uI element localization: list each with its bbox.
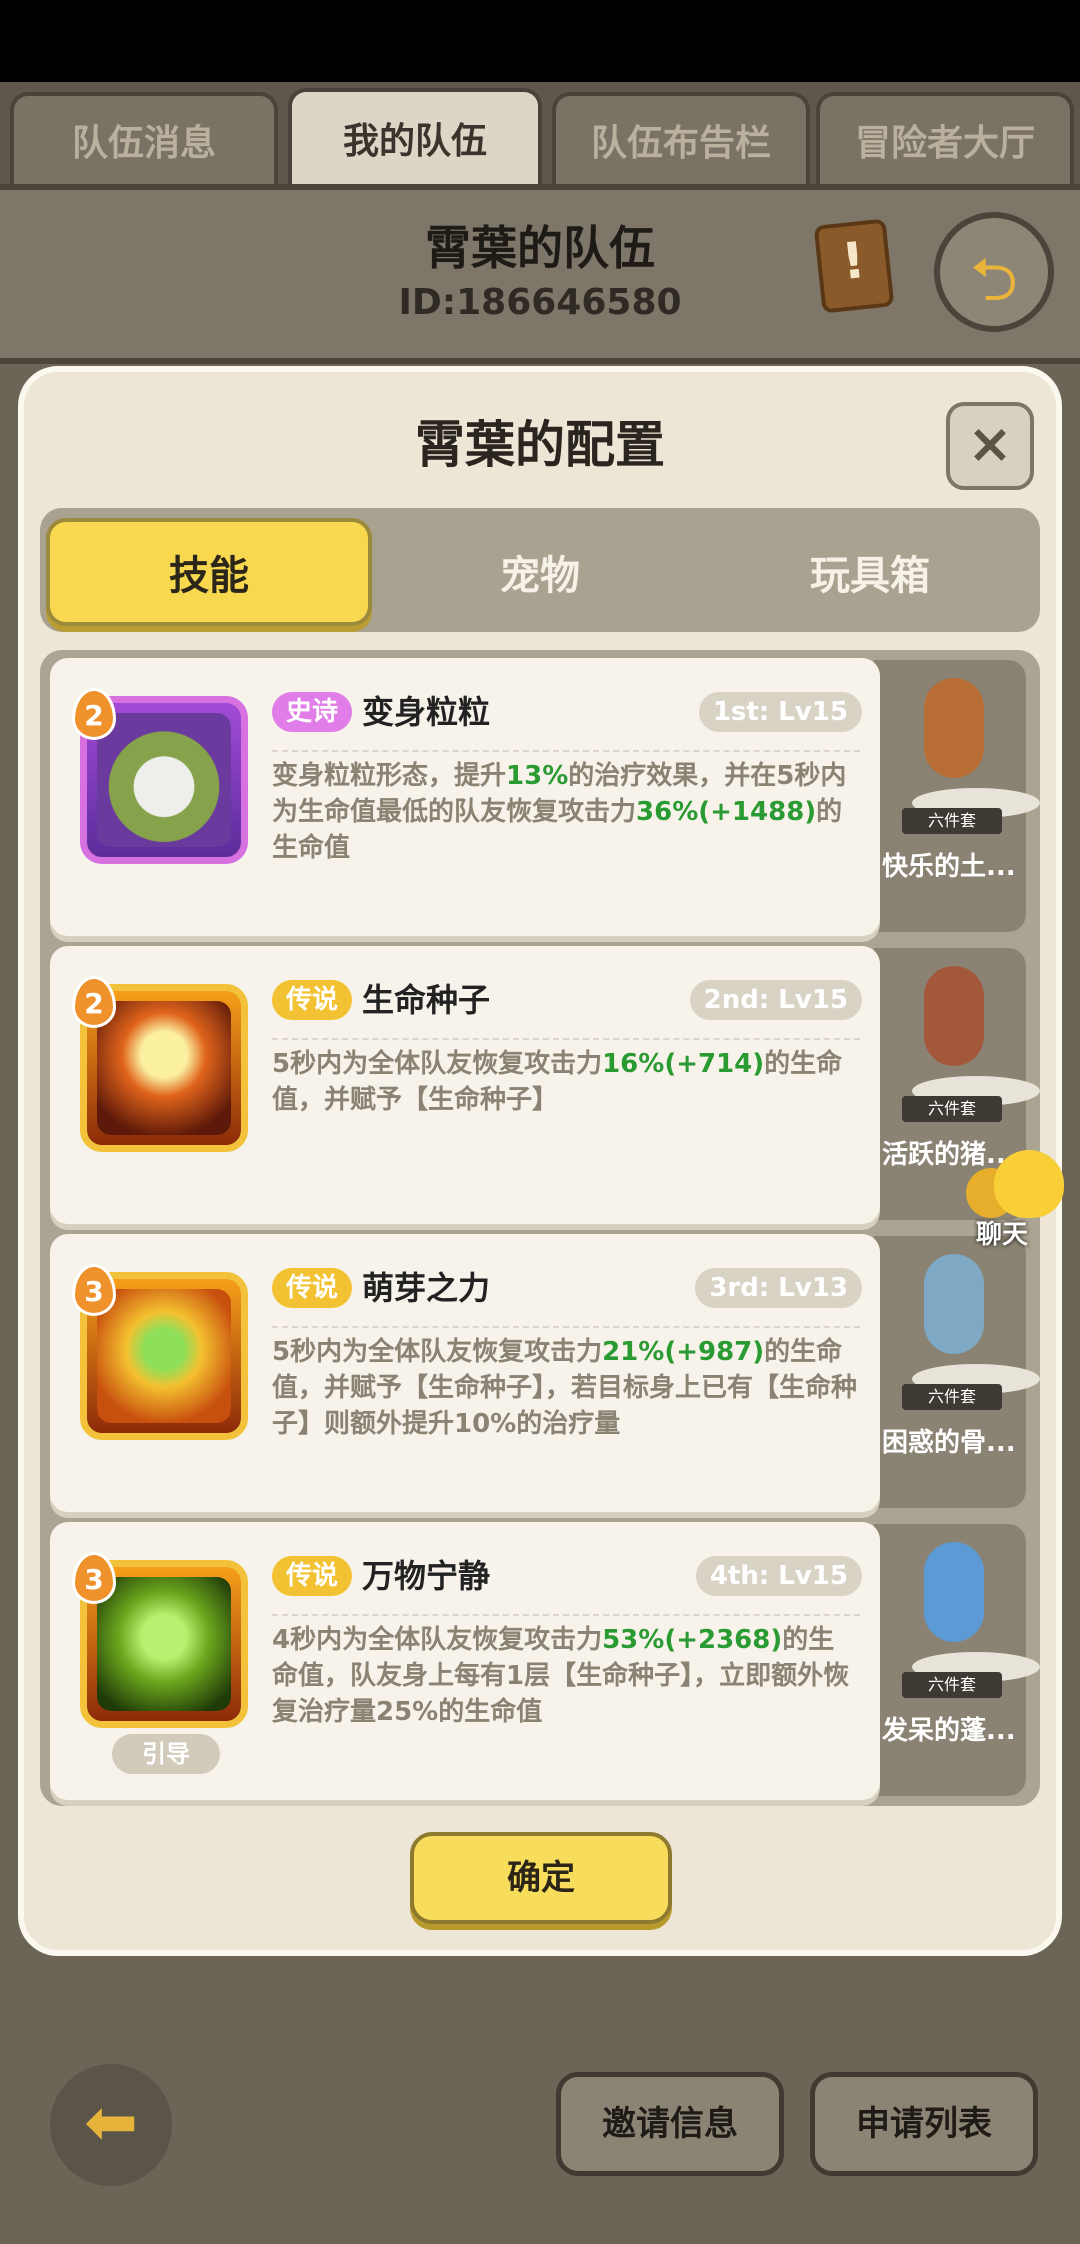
pet-set-tag: 六件套 [902,808,1002,834]
rarity-badge: 传说 [272,1268,353,1308]
skill-card-4[interactable]: 3 传说 万物宁静 4th: Lv15 4秒内为全体队友恢复攻击力53%(+23… [50,1522,880,1800]
pet-name: 困惑的骨... [882,1428,1016,1458]
team-id: ID:186646580 [398,282,682,323]
pet-name: 发呆的蓬... [882,1716,1016,1746]
tab-team-messages[interactable]: 队伍消息 [10,92,278,184]
invite-info-button[interactable]: 邀请信息 [556,2072,784,2176]
skill-description: 变身粒粒形态，提升13%的治疗效果，并在5秒内为生命值最低的队友恢复攻击力36%… [272,750,860,866]
rarity-badge: 史诗 [272,692,353,732]
rarity-badge: 传说 [272,1556,353,1596]
tab-team-board[interactable]: 队伍布告栏 [552,92,810,184]
channel-tag: 引导 [112,1734,220,1774]
pet-figure [898,1542,1040,1692]
skill-name: 变身粒粒 [362,693,491,731]
skill-card-1[interactable]: 2 史诗 变身粒粒 1st: Lv15 变身粒粒形态，提升13%的治疗效果，并在… [50,658,880,936]
skill-card-2[interactable]: 2 传说 生命种子 2nd: Lv15 5秒内为全体队友恢复攻击力16%(+71… [50,946,880,1224]
skill-name: 萌芽之力 [362,1269,491,1307]
pet-figure [898,1254,1040,1404]
pet-name: 快乐的土... [882,852,1016,882]
pet-set-tag: 六件套 [902,1096,1002,1122]
pet-set-tag: 六件套 [902,1672,1002,1698]
skill-slot-level: 2nd: Lv15 [689,980,862,1020]
pet-card-1[interactable]: 六件套 快乐的土... [874,660,1040,932]
chat-label: 聊天 [976,1220,1029,1250]
rarity-badge: 传说 [272,980,353,1020]
chat-button[interactable]: 聊天 [966,1150,1070,1260]
exit-team-button[interactable] [934,212,1054,338]
close-button[interactable]: × [946,402,1034,490]
tab-pets[interactable]: 宠物 [380,518,700,626]
team-name: 霄葉的队伍 [425,221,655,275]
skill-card-3[interactable]: 3 传说 萌芽之力 3rd: Lv13 5秒内为全体队友恢复攻击力21%(+98… [50,1234,880,1512]
skill-description: 5秒内为全体队友恢复攻击力21%(+987)的生命值，并赋予【生命种子】，若目标… [272,1326,860,1442]
tab-toybox[interactable]: 玩具箱 [710,518,1030,626]
status-bar [0,0,1080,82]
skill-name: 万物宁静 [362,1557,491,1595]
pet-card-3[interactable]: 六件套 困惑的骨... [874,1236,1040,1508]
pet-set-tag: 六件套 [902,1384,1002,1410]
skill-slot-level: 1st: Lv15 [698,692,862,732]
skill-description: 4秒内为全体队友恢复攻击力53%(+2368)的生命值，队友身上每有1层【生命种… [272,1614,860,1730]
pet-figure [898,678,1040,828]
tab-adventurer-hall[interactable]: 冒险者大厅 [816,92,1074,184]
skill-description: 5秒内为全体队友恢复攻击力16%(+714)的生命值，并赋予【生命种子】 [272,1038,860,1118]
tab-skills[interactable]: 技能 [46,518,372,626]
apply-list-button[interactable]: 申请列表 [810,2072,1038,2176]
dialog-title: 霄葉的配置 [415,416,665,474]
pet-figure [898,966,1040,1116]
notice-scroll-icon[interactable] [813,218,895,314]
skill-slot-level: 3rd: Lv13 [695,1268,862,1308]
pet-card-4[interactable]: 六件套 发呆的蓬... [874,1524,1040,1796]
confirm-button[interactable]: 确定 [410,1832,672,1924]
skill-slot-level: 4th: Lv15 [695,1556,862,1596]
tab-my-team[interactable]: 我的队伍 [288,88,542,184]
chat-face-icon [994,1150,1064,1218]
back-button[interactable] [50,2064,172,2186]
skill-name: 生命种子 [362,981,491,1019]
